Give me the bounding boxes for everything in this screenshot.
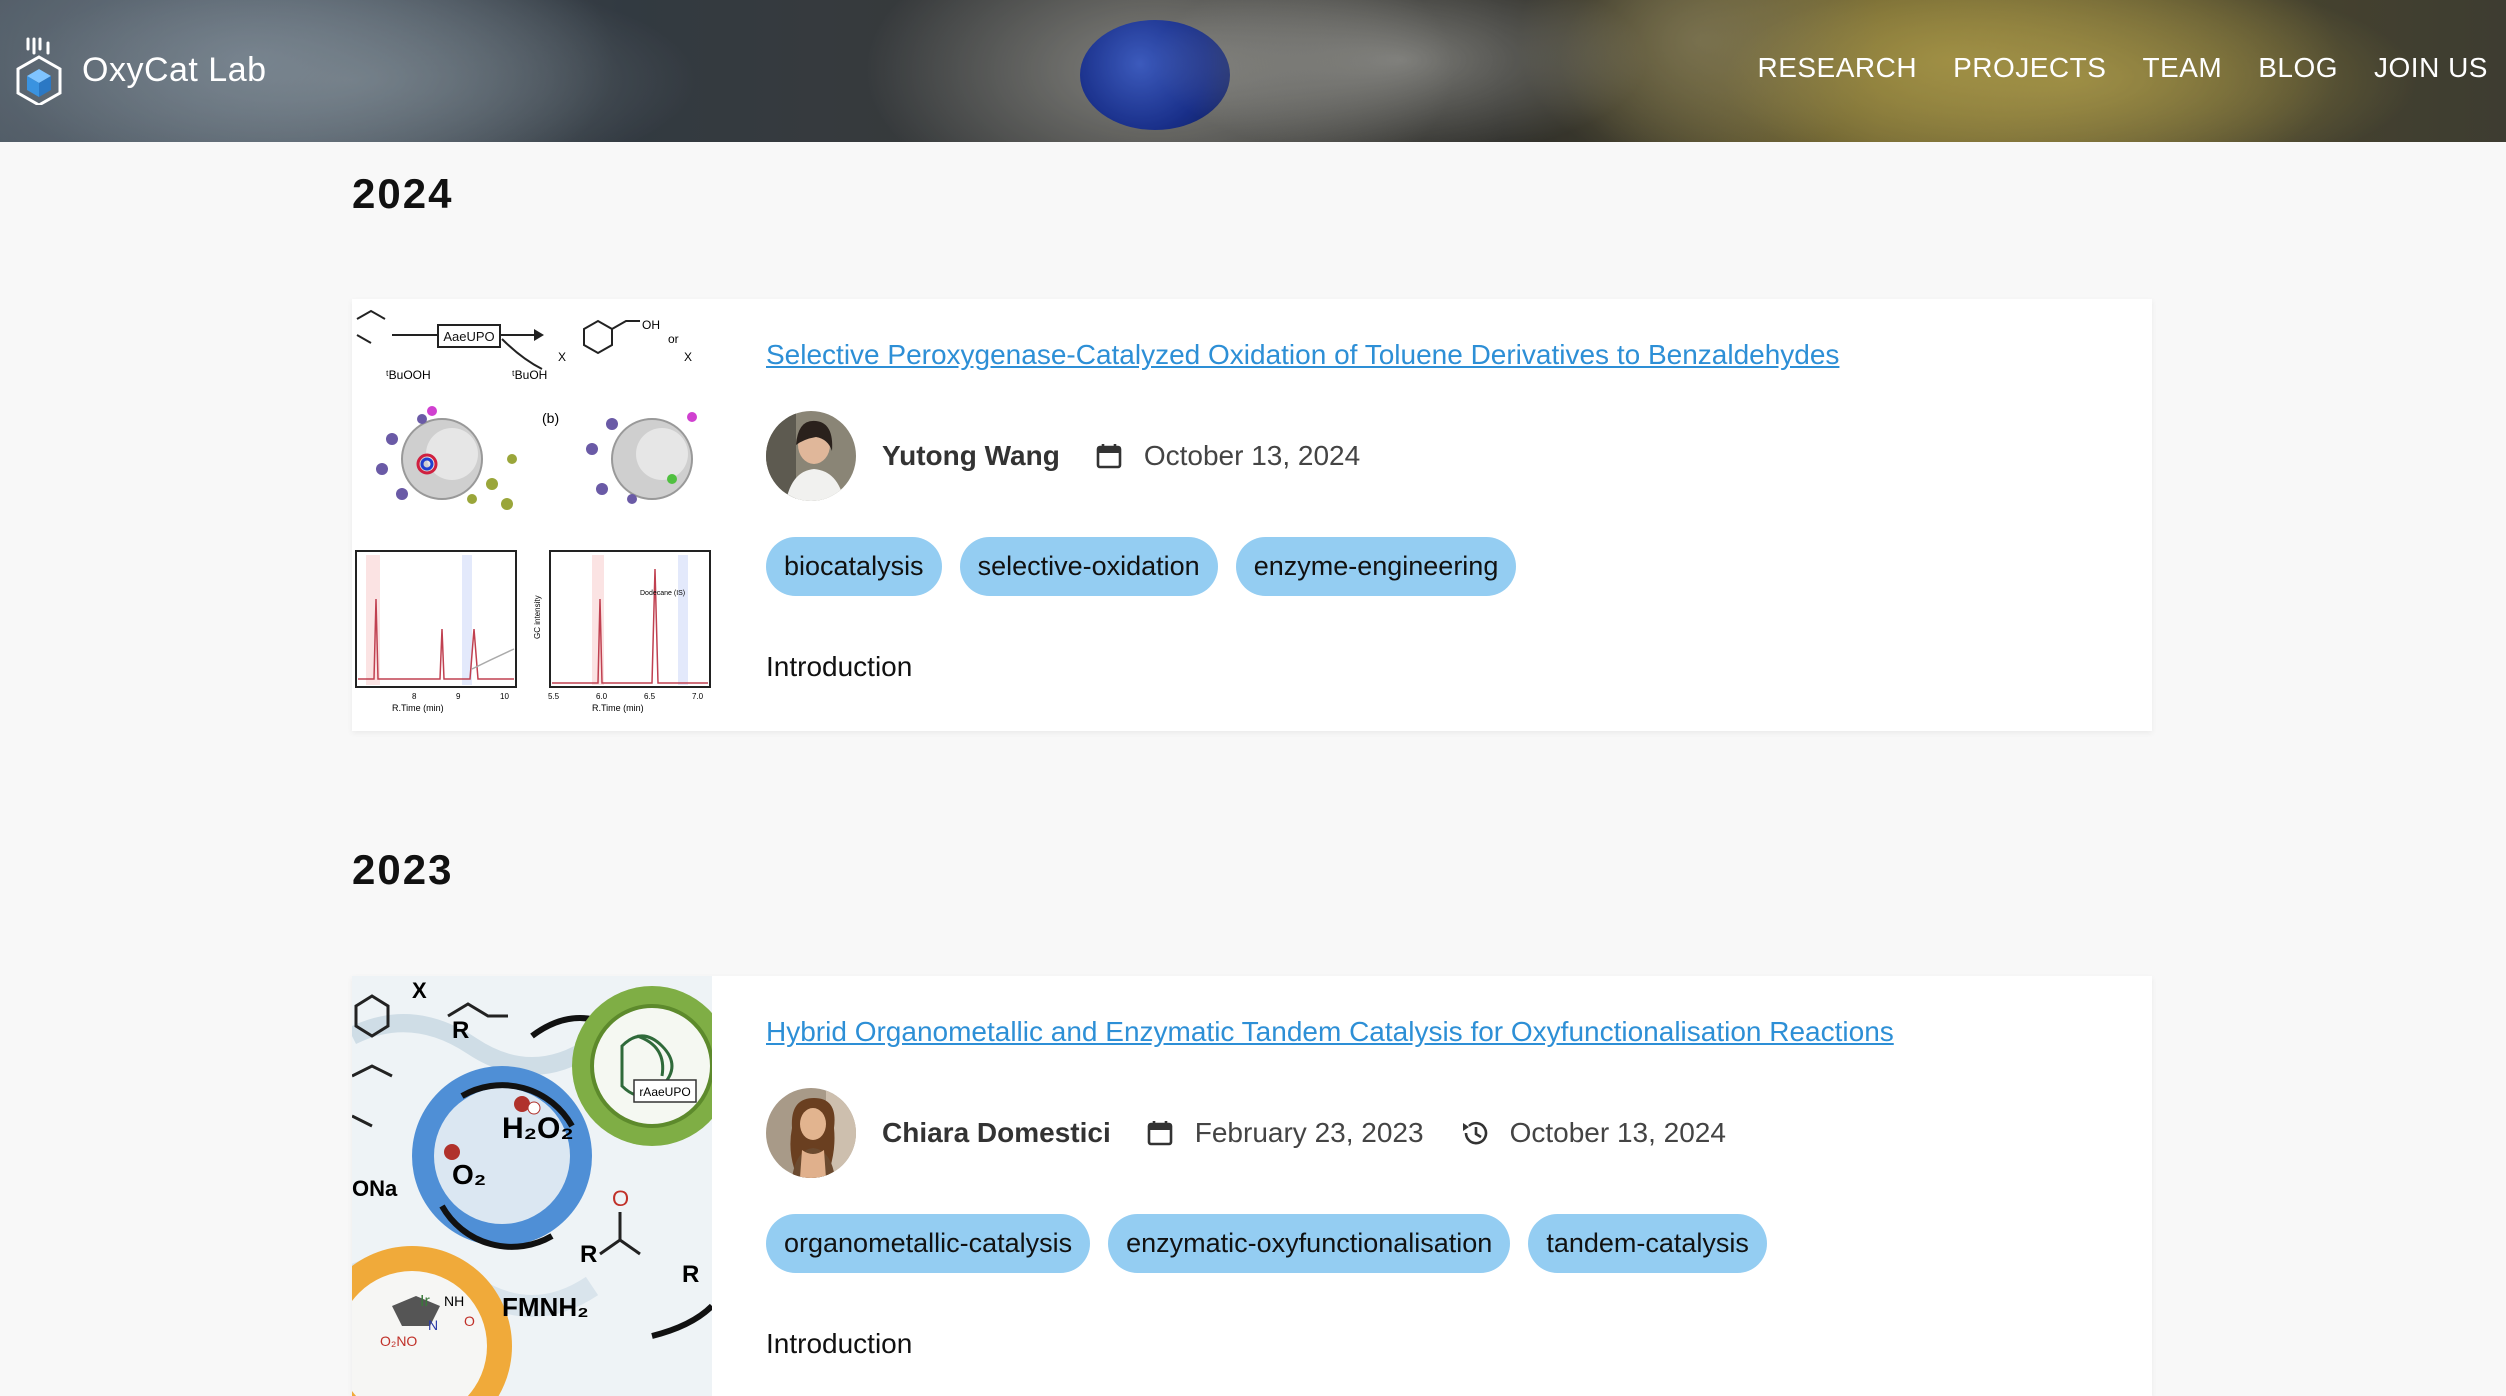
thumb-tick-6-0: 6.0 [596, 692, 608, 701]
tag-chip[interactable]: selective-oxidation [959, 537, 1218, 596]
thumb2-label-o2no: O₂NO [380, 1333, 417, 1349]
post-meta: Chiara Domestici February 23, 2023 Octob… [766, 1088, 1762, 1178]
thumb2-label-r1: R [452, 1017, 469, 1044]
post-excerpt: Introduction [766, 1328, 913, 1359]
tag-chip[interactable]: enzyme-engineering [1235, 537, 1517, 596]
thumb2-label-r2: R [580, 1241, 597, 1268]
nav-blog[interactable]: BLOG [2258, 52, 2338, 84]
tag-chip[interactable]: tandem-catalysis [1528, 1214, 1767, 1273]
nav-team[interactable]: TEAM [2142, 52, 2222, 84]
nav-research[interactable]: RESEARCH [1757, 52, 1917, 84]
thumb-label-tbuoh: ᵗBuOH [512, 368, 547, 382]
site-brand[interactable]: OxyCat Lab [14, 34, 267, 106]
post-card: AaeUPO ᵗBuOOH ᵗBuOH OH or X X (b) R.Time… [352, 299, 2152, 731]
thumb-label-oh: OH [642, 318, 660, 332]
thumb-tick-6-5: 6.5 [644, 692, 656, 701]
thumb2-label-r3: R [682, 1261, 699, 1288]
thumb-label-aaeupo: AaeUPO [443, 329, 494, 344]
tag-chip[interactable]: enzymatic-oxyfunctionalisation [1108, 1214, 1511, 1273]
flask-cube-icon [16, 37, 62, 105]
thumb-label-tbuooh: ᵗBuOOH [386, 368, 431, 382]
author-avatar[interactable] [766, 1088, 856, 1178]
calendar-icon [1096, 444, 1122, 469]
main-nav: RESEARCH PROJECTS TEAM BLOG JOIN US [1757, 52, 2488, 84]
thumb-axis-label-1: R.Time (min) [392, 703, 444, 713]
thumb2-label-o: O [612, 1186, 629, 1211]
nav-join-us[interactable]: JOIN US [2374, 52, 2488, 84]
post-title-link[interactable]: Hybrid Organometallic and Enzymatic Tand… [766, 1016, 1894, 1048]
post-thumbnail[interactable]: X R rAaeUPO H₂O₂ O₂ ONa O₂NO Ir NH N O F… [352, 976, 712, 1396]
thumb2-label-x: X [412, 978, 427, 1003]
thumb-label-b: (b) [542, 410, 559, 426]
thumb2-label-n: N [428, 1317, 438, 1333]
post-meta: Yutong Wang October 13, 2024 [766, 411, 1396, 501]
thumb-label-x2: X [684, 350, 692, 364]
post-date: February 23, 2023 [1194, 1117, 1424, 1148]
thumb2-label-ona: ONa [352, 1176, 398, 1201]
calendar-icon [1147, 1121, 1173, 1146]
thumb-peak-label: Dodecane (IS) [640, 590, 685, 597]
thumb-tick-10: 10 [500, 692, 509, 701]
thumb-tick-7-0: 7.0 [692, 692, 704, 701]
tag-chip[interactable]: organometallic-catalysis [766, 1214, 1091, 1273]
thumb-label-x1: X [558, 350, 566, 364]
thumb2-label-o2: O₂ [452, 1159, 486, 1190]
post-updated-date: October 13, 2024 [1509, 1117, 1726, 1148]
thumb2-label-ir: Ir [420, 1293, 430, 1310]
tag-chip[interactable]: biocatalysis [766, 537, 942, 596]
site-header: OxyCat Lab RESEARCH PROJECTS TEAM BLOG J… [0, 0, 2506, 142]
thumb2-label-o-small: O [464, 1313, 475, 1329]
post-card: X R rAaeUPO H₂O₂ O₂ ONa O₂NO Ir NH N O F… [352, 976, 2152, 1396]
thumb-tick-8: 8 [412, 692, 417, 701]
thumbnail-figure: X R rAaeUPO H₂O₂ O₂ ONa O₂NO Ir NH N O F… [352, 976, 712, 1396]
thumb2-label-fmnh2: FMNH₂ [502, 1292, 589, 1322]
thumb-axis-label-3: GC intensity [533, 595, 542, 639]
thumb2-label-nh: NH [444, 1293, 464, 1309]
thumb-tick-9: 9 [456, 692, 461, 701]
post-title-link[interactable]: Selective Peroxygenase-Catalyzed Oxidati… [766, 339, 1839, 371]
thumb-label-or: or [668, 332, 679, 346]
thumb2-label-raaeupo: rAaeUPO [639, 1085, 690, 1099]
thumb2-label-h2o2: H₂O₂ [502, 1112, 574, 1145]
thumb-axis-label-2: R.Time (min) [592, 703, 644, 713]
nav-projects[interactable]: PROJECTS [1953, 52, 2106, 84]
history-icon [1462, 1121, 1487, 1145]
post-tags: biocatalysis selective-oxidation enzyme-… [766, 537, 1517, 596]
post-thumbnail[interactable]: AaeUPO ᵗBuOOH ᵗBuOH OH or X X (b) R.Time… [352, 299, 712, 731]
year-heading: 2024 [352, 170, 454, 217]
year-heading: 2023 [352, 846, 454, 893]
thumb-tick-5-5: 5.5 [548, 692, 560, 701]
author-avatar[interactable] [766, 411, 856, 501]
thumbnail-figure: AaeUPO ᵗBuOOH ᵗBuOH OH or X X (b) R.Time… [352, 299, 712, 731]
author-name[interactable]: Chiara Domestici [882, 1117, 1111, 1149]
author-name[interactable]: Yutong Wang [882, 440, 1060, 472]
site-name: OxyCat Lab [82, 50, 267, 89]
post-date: October 13, 2024 [1143, 440, 1361, 471]
post-excerpt: Introduction [766, 651, 913, 682]
post-tags: organometallic-catalysis enzymatic-oxyfu… [766, 1214, 1767, 1273]
